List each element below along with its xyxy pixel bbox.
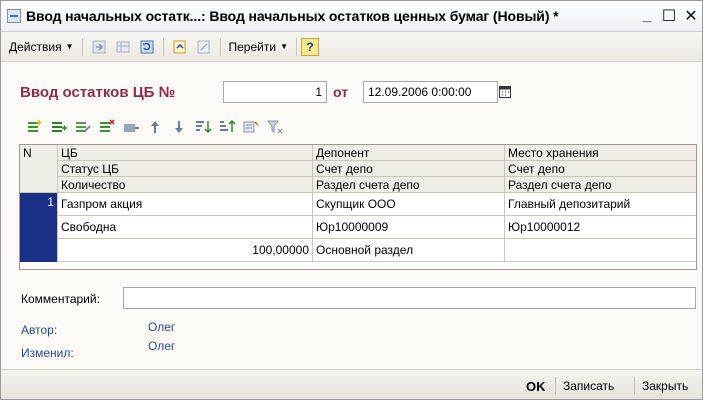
post-document-icon[interactable] [170, 37, 190, 57]
title-bar[interactable]: Ввод начальных остатк...: Ввод начальных… [1, 1, 702, 32]
refresh-icon[interactable] [137, 37, 157, 57]
ok-button[interactable]: OK [526, 377, 546, 395]
button-separator [634, 377, 635, 395]
table-icon[interactable] [113, 37, 133, 57]
document-title: Ввод остатков ЦБ № [20, 84, 176, 101]
end-edit-icon[interactable] [121, 118, 141, 136]
move-down-icon[interactable] [169, 118, 189, 136]
cell-storage-depo-account[interactable]: Юр10000012 [505, 216, 696, 239]
toolbar-separator [162, 37, 164, 56]
securities-table[interactable]: N ЦБ Депонент Место хранения Статус ЦБ С… [19, 144, 697, 270]
table-toolbar [25, 117, 289, 137]
move-up-icon[interactable] [145, 118, 165, 136]
column-header-depo-section[interactable]: Раздел счета депо [313, 177, 505, 193]
column-header-security-status[interactable]: Статус ЦБ [58, 161, 313, 177]
close-button[interactable]: Закрыть [642, 377, 688, 395]
toolbar-separator [295, 37, 297, 56]
window-title: Ввод начальных остатк...: Ввод начальных… [26, 8, 559, 24]
add-copy-row-icon[interactable] [49, 118, 69, 136]
document-date-field[interactable]: 12.09.2006 0:00:00 [363, 81, 498, 103]
save-button[interactable]: Записать [563, 377, 614, 395]
add-row-icon[interactable] [25, 118, 45, 136]
enter-balances-icon[interactable] [89, 37, 109, 57]
maximize-button[interactable]: ☐ [658, 5, 680, 27]
changed-by-value: Олег [148, 339, 176, 353]
row-selector[interactable]: 1 [20, 193, 58, 262]
cell-depo-account[interactable]: Юр10000009 [313, 216, 505, 239]
column-header-storage[interactable]: Место хранения [505, 145, 696, 161]
main-toolbar: Действия ▼ Перейти ▼ ? [1, 32, 702, 62]
column-header-depo-account[interactable]: Счет депо [313, 161, 505, 177]
chevron-down-icon: ▼ [65, 42, 74, 51]
chevron-down-icon: ▼ [280, 42, 288, 51]
close-window-button[interactable]: ✕ [680, 5, 702, 27]
actions-menu[interactable]: Действия ▼ [5, 40, 78, 54]
column-header-security[interactable]: ЦБ [58, 145, 313, 161]
cell-storage-depo-section[interactable] [505, 239, 696, 262]
toolbar-separator [219, 37, 221, 56]
edit-row-icon[interactable] [73, 118, 93, 136]
document-window: Ввод начальных остатк...: Ввод начальных… [0, 0, 703, 400]
sort-ascending-icon[interactable] [193, 118, 213, 136]
comment-label: Комментарий: [21, 292, 100, 306]
comment-field[interactable] [123, 287, 696, 309]
cell-depo-section[interactable]: Основной раздел [313, 239, 505, 262]
column-header-n[interactable]: N [20, 145, 58, 161]
clear-filter-icon[interactable] [265, 118, 285, 136]
column-header-storage-depo-section[interactable]: Раздел счета депо [505, 177, 696, 193]
actions-menu-label: Действия [9, 39, 62, 54]
document-icon [7, 9, 21, 23]
cell-storage[interactable]: Главный депозитарий [505, 193, 696, 216]
cell-depositor[interactable]: Скупщик ООО [313, 193, 505, 216]
document-number-field[interactable]: 1 [223, 81, 327, 103]
author-value: Олег [148, 320, 176, 334]
minimize-button[interactable]: _ [636, 5, 658, 27]
changed-by-label: Изменил: [21, 346, 74, 360]
author-label: Автор: [21, 323, 58, 337]
cell-security[interactable]: Газпром акция [58, 193, 313, 216]
goto-menu[interactable]: Перейти ▼ [225, 40, 292, 54]
column-header-depositor[interactable]: Депонент [313, 145, 505, 161]
cell-quantity[interactable]: 100,00000 [58, 239, 313, 262]
cell-security-status[interactable]: Свободна [58, 216, 313, 239]
unpost-document-icon[interactable] [194, 37, 214, 57]
date-label: от [333, 84, 349, 100]
help-button[interactable]: ? [300, 37, 319, 56]
toolbar-separator [81, 37, 83, 56]
goto-menu-label: Перейти [228, 39, 277, 54]
button-separator [555, 377, 556, 395]
column-header-storage-depo-account[interactable]: Счет депо [505, 161, 696, 177]
delete-row-icon[interactable] [97, 118, 117, 136]
calendar-icon[interactable] [498, 81, 512, 103]
row-number: 1 [47, 195, 54, 209]
fill-icon[interactable] [241, 118, 261, 136]
sort-descending-icon[interactable] [217, 118, 237, 136]
column-header-quantity[interactable]: Количество [58, 177, 313, 193]
bottom-button-bar: OK Записать Закрыть [1, 369, 702, 399]
